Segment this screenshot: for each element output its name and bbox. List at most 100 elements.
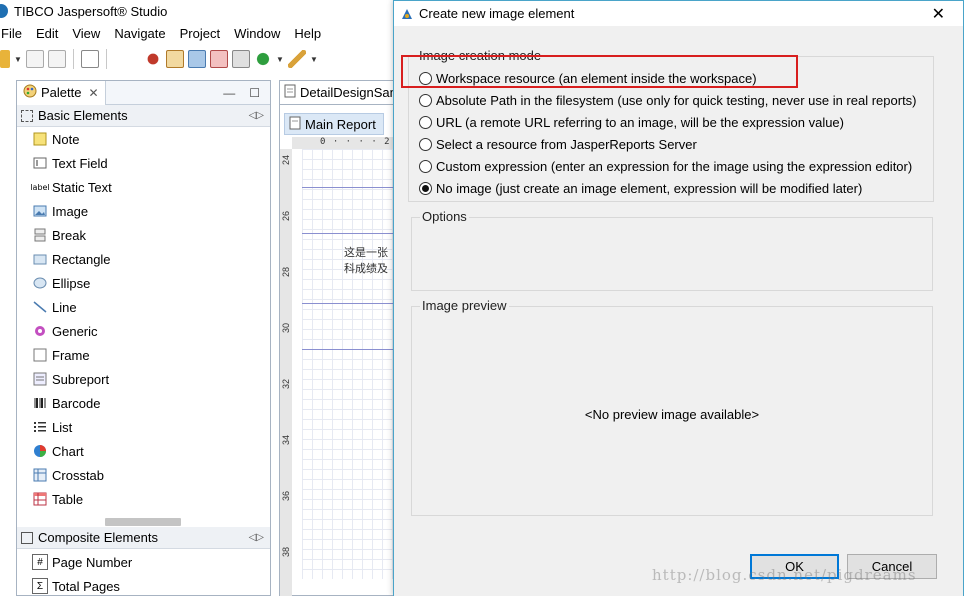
radio-button[interactable] <box>419 115 432 129</box>
radio-no-image[interactable]: No image (just create an image element, … <box>419 178 862 198</box>
radio-button-selected[interactable] <box>419 181 432 195</box>
ruler-label: 34 <box>281 435 291 446</box>
main-report-label: Main Report <box>305 116 376 132</box>
composite-elements-drawer[interactable]: Composite Elements ◁▷ <box>17 527 270 549</box>
maximize-icon[interactable]: ☐ <box>249 86 260 100</box>
band-separator[interactable] <box>302 349 400 350</box>
radio-button[interactable] <box>419 159 432 173</box>
palette-view: Palette ✕ — ☐ Basic Elements ◁▷ Note Tex… <box>16 80 271 596</box>
palette-item-barcode[interactable]: Barcode <box>32 391 270 415</box>
debug-icon[interactable] <box>144 50 162 68</box>
editor-tab[interactable]: DetailDesignSan <box>279 80 399 104</box>
design-canvas[interactable] <box>302 149 400 579</box>
radio-label: No image (just create an image element, … <box>436 180 863 196</box>
minimize-icon[interactable]: — <box>223 86 235 100</box>
palette-item-subreport[interactable]: Subreport <box>32 367 270 391</box>
binary-icon[interactable] <box>81 50 99 68</box>
band-separator[interactable] <box>302 187 400 188</box>
run-dropdown-icon[interactable]: ▼ <box>276 55 284 64</box>
menu-edit[interactable]: Edit <box>29 26 65 41</box>
image-tool-icon[interactable] <box>166 50 184 68</box>
basic-elements-list: Note Text Field label Static Text Image … <box>17 127 270 511</box>
band-separator[interactable] <box>302 303 400 304</box>
menu-project[interactable]: Project <box>173 26 227 41</box>
canvas-text-line: 这是一张 <box>344 246 388 259</box>
image-icon <box>32 203 48 219</box>
dialog-title: Create new image element <box>419 6 575 21</box>
palette-item-image[interactable]: Image <box>32 199 270 223</box>
palette-item-text-field[interactable]: Text Field <box>32 151 270 175</box>
palette-item-label: Page Number <box>52 554 133 570</box>
band-separator[interactable] <box>302 233 400 234</box>
toolbar-separator <box>73 49 74 69</box>
palette-item-crosstab[interactable]: Crosstab <box>32 463 270 487</box>
palette-item-generic[interactable]: Generic <box>32 319 270 343</box>
palette-item-ellipse[interactable]: Ellipse <box>32 271 270 295</box>
edit-tool-icon[interactable] <box>210 50 228 68</box>
menu-file[interactable]: File <box>0 26 29 41</box>
wand-icon[interactable] <box>288 50 306 68</box>
radio-button[interactable] <box>419 137 432 151</box>
dialog-titlebar: Create new image element ✕ <box>394 1 963 26</box>
palette-item-break[interactable]: Break <box>32 223 270 247</box>
save-icon[interactable] <box>26 50 44 68</box>
line-icon <box>32 299 48 315</box>
close-icon[interactable]: ✕ <box>932 4 945 24</box>
report-file-icon <box>284 84 296 101</box>
save-all-icon[interactable] <box>48 50 66 68</box>
palette-item-label: Text Field <box>52 155 108 171</box>
radio-button[interactable] <box>419 93 432 107</box>
palette-item-chart[interactable]: Chart <box>32 439 270 463</box>
menu-view[interactable]: View <box>65 26 107 41</box>
report-editor: Main Report 0 · · · · 2 · · · 24 26 28 3… <box>279 104 400 596</box>
main-report-tab[interactable]: Main Report <box>284 113 384 135</box>
frame-icon <box>32 347 48 363</box>
palette-item-list[interactable]: List <box>32 415 270 439</box>
highlight-annotation <box>401 55 798 88</box>
radio-absolute-path[interactable]: Absolute Path in the filesystem (use onl… <box>419 90 917 110</box>
no-preview-message: <No preview image available> <box>584 407 760 422</box>
menu-help[interactable]: Help <box>287 26 328 41</box>
ruler-label: 36 <box>281 491 291 502</box>
note-icon <box>32 131 48 147</box>
radio-url[interactable]: URL (a remote URL referring to an image,… <box>419 112 844 132</box>
radio-label: Select a resource from JasperReports Ser… <box>436 136 697 152</box>
palette-item-rectangle[interactable]: Rectangle <box>32 247 270 271</box>
palette-item-total-pages[interactable]: Σ Total Pages <box>32 574 270 596</box>
menu-navigate[interactable]: Navigate <box>107 26 172 41</box>
palette-item-label: Image <box>52 203 89 219</box>
palette-item-line[interactable]: Line <box>32 295 270 319</box>
jaspersoft-logo-icon <box>0 4 8 18</box>
palette-scrollbar[interactable] <box>105 518 181 526</box>
run-icon[interactable] <box>254 50 272 68</box>
menu-window[interactable]: Window <box>227 26 287 41</box>
close-icon[interactable]: ✕ <box>88 86 98 100</box>
canvas-text-line: 科成绩及 <box>344 262 388 275</box>
ruler-label: 26 <box>281 211 291 222</box>
new-icon[interactable] <box>0 50 10 68</box>
radio-custom-expression[interactable]: Custom expression (enter an expression f… <box>419 156 912 176</box>
pin-icon[interactable]: ◁▷ <box>249 110 264 121</box>
subreport-icon <box>32 371 48 387</box>
palette-item-table[interactable]: Table <box>32 487 270 511</box>
palette-item-page-number[interactable]: # Page Number <box>32 550 270 574</box>
basic-elements-drawer[interactable]: Basic Elements ◁▷ <box>17 105 270 127</box>
palette-item-label: Generic <box>52 323 98 339</box>
palette-tab[interactable]: Palette ✕ <box>17 80 106 105</box>
palette-item-frame[interactable]: Frame <box>32 343 270 367</box>
table-icon <box>32 491 48 507</box>
chart-icon <box>32 443 48 459</box>
radio-jasperreports-server[interactable]: Select a resource from JasperReports Ser… <box>419 134 697 154</box>
palette-item-note[interactable]: Note <box>32 127 270 151</box>
palette-item-static-text[interactable]: label Static Text <box>30 175 270 199</box>
wand-dropdown-icon[interactable]: ▼ <box>310 55 318 64</box>
pin-icon[interactable]: ◁▷ <box>249 532 264 543</box>
static-text-element[interactable]: 这是一张 科成绩及 <box>344 245 388 277</box>
new-dropdown-icon[interactable]: ▼ <box>14 55 22 64</box>
report-icon <box>289 116 301 133</box>
database-icon[interactable] <box>188 50 206 68</box>
editor-tab-label: DetailDesignSan <box>300 85 397 100</box>
page-tool-icon[interactable] <box>232 50 250 68</box>
options-group: Options <box>411 209 933 291</box>
palette-item-label: Crosstab <box>52 467 105 483</box>
